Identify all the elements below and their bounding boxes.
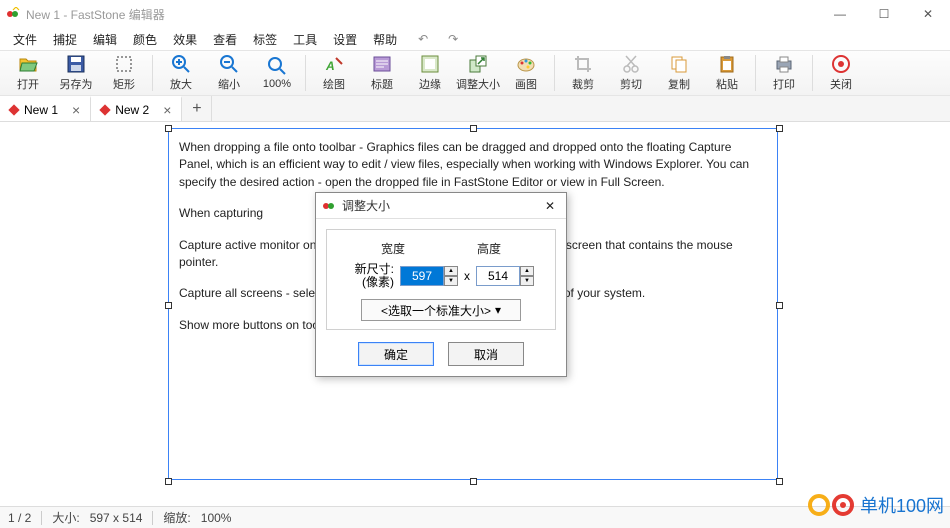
menu-tools[interactable]: 工具: [286, 29, 324, 50]
tab-label: New 2: [115, 103, 149, 117]
edge-button[interactable]: 边缘: [406, 51, 454, 95]
app-icon: [322, 199, 336, 213]
tab-new2[interactable]: New 2 ×: [91, 96, 182, 121]
zoom100-button[interactable]: 100%: [253, 51, 301, 95]
dialog-title: 调整大小: [342, 197, 540, 214]
menubar: 文件 捕捉 编辑 颜色 效果 查看 标签 工具 设置 帮助 ↶ ↷: [0, 28, 950, 50]
tabs-bar: New 1 × New 2 × +: [0, 96, 950, 122]
width-label: 宽度: [357, 240, 429, 257]
zoomin-button[interactable]: 放大: [157, 51, 205, 95]
height-label: 高度: [453, 240, 525, 257]
resize-handle[interactable]: [165, 125, 172, 132]
copy-icon: [669, 54, 689, 74]
open-icon: [18, 54, 38, 74]
resize-handle[interactable]: [470, 125, 477, 132]
edge-icon: [420, 54, 440, 74]
width-input[interactable]: [400, 266, 444, 286]
height-input[interactable]: [476, 266, 520, 286]
zoom100-icon: [267, 56, 287, 76]
tab-close-button[interactable]: ×: [163, 102, 171, 118]
svg-text:A: A: [325, 59, 335, 73]
modified-icon: [8, 104, 19, 115]
cut-icon: [621, 54, 641, 74]
rect-select-button[interactable]: 矩形: [100, 51, 148, 95]
zoomout-button[interactable]: 缩小: [205, 51, 253, 95]
menu-file[interactable]: 文件: [6, 29, 44, 50]
close-button[interactable]: 关闭: [817, 51, 865, 95]
paste-button[interactable]: 粘贴: [703, 51, 751, 95]
saveas-icon: [66, 54, 86, 74]
status-zoom-value: 100%: [201, 511, 232, 525]
toolbar: 打开另存为矩形放大缩小100%A绘图标题边缘调整大小画图裁剪剪切复制粘贴打印关闭: [0, 50, 950, 96]
menu-effects[interactable]: 效果: [166, 29, 204, 50]
open-button[interactable]: 打开: [4, 51, 52, 95]
resize-handle[interactable]: [776, 125, 783, 132]
status-size-value: 597 x 514: [90, 511, 143, 525]
menu-capture[interactable]: 捕捉: [46, 29, 84, 50]
standard-size-select[interactable]: <选取一个标准大小> ▾: [361, 299, 521, 321]
status-zoom-label: 缩放:: [163, 509, 190, 526]
paint-button[interactable]: 画图: [502, 51, 550, 95]
menu-view[interactable]: 查看: [206, 29, 244, 50]
draw-icon: A: [324, 54, 344, 74]
resize-handle[interactable]: [470, 478, 477, 485]
width-spinner[interactable]: ▲▼: [444, 266, 458, 286]
print-button[interactable]: 打印: [760, 51, 808, 95]
x-label: x: [464, 269, 470, 283]
redo-button[interactable]: ↷: [442, 32, 464, 46]
zoomin-icon: [171, 54, 191, 74]
resize-icon: [468, 54, 488, 74]
close-window-button[interactable]: ✕: [906, 0, 950, 28]
maximize-button[interactable]: ☐: [862, 0, 906, 28]
status-size-label: 大小:: [52, 509, 79, 526]
resize-handle[interactable]: [165, 302, 172, 309]
tab-label: New 1: [24, 103, 58, 117]
rect-select-icon: [114, 54, 134, 74]
menu-edit[interactable]: 编辑: [86, 29, 124, 50]
menu-color[interactable]: 颜色: [126, 29, 164, 50]
zoomout-icon: [219, 54, 239, 74]
saveas-button[interactable]: 另存为: [52, 51, 100, 95]
copy-button[interactable]: 复制: [655, 51, 703, 95]
draw-button[interactable]: A绘图: [310, 51, 358, 95]
resize-handle[interactable]: [776, 478, 783, 485]
resize-handle[interactable]: [776, 302, 783, 309]
crop-button[interactable]: 裁剪: [559, 51, 607, 95]
undo-button[interactable]: ↶: [412, 32, 434, 46]
status-page: 1 / 2: [8, 511, 31, 525]
menu-settings[interactable]: 设置: [326, 29, 364, 50]
resize-button[interactable]: 调整大小: [454, 51, 502, 95]
minimize-button[interactable]: —: [818, 0, 862, 28]
menu-help[interactable]: 帮助: [366, 29, 404, 50]
crop-icon: [573, 54, 593, 74]
caption-button[interactable]: 标题: [358, 51, 406, 95]
menu-tags[interactable]: 标签: [246, 29, 284, 50]
chevron-down-icon: ▾: [495, 303, 501, 317]
print-icon: [774, 54, 794, 74]
close-icon: [831, 54, 851, 74]
caption-icon: [372, 54, 392, 74]
app-icon: [6, 7, 20, 21]
cut-button[interactable]: 剪切: [607, 51, 655, 95]
cancel-button[interactable]: 取消: [448, 342, 524, 366]
paint-icon: [516, 54, 536, 74]
pixels-label: (像素): [348, 276, 394, 289]
watermark: 单机100网: [808, 492, 944, 518]
tab-new1[interactable]: New 1 ×: [0, 96, 91, 121]
height-spinner[interactable]: ▲▼: [520, 266, 534, 286]
add-tab-button[interactable]: +: [182, 96, 212, 121]
dialog-close-button[interactable]: ✕: [540, 196, 560, 216]
ok-button[interactable]: 确定: [358, 342, 434, 366]
window-title: New 1 - FastStone 编辑器: [26, 6, 165, 23]
tab-close-button[interactable]: ×: [72, 102, 80, 118]
modified-icon: [100, 104, 111, 115]
resize-dialog: 调整大小 ✕ 宽度 高度 新尺寸: (像素) ▲▼ x ▲▼: [315, 192, 567, 377]
resize-handle[interactable]: [165, 478, 172, 485]
paste-icon: [717, 54, 737, 74]
